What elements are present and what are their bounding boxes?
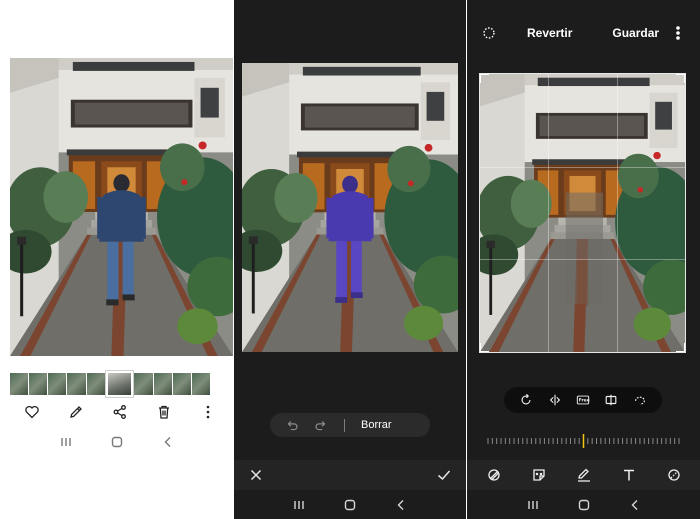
color-icon[interactable] xyxy=(484,465,504,485)
flip-icon[interactable] xyxy=(545,390,565,410)
recents-icon[interactable] xyxy=(56,432,76,452)
recents-icon[interactable] xyxy=(289,495,309,515)
save-button[interactable]: Guardar xyxy=(612,26,659,40)
rotate-icon[interactable] xyxy=(516,390,536,410)
thumbnail-strip[interactable] xyxy=(10,371,211,397)
thumbnail[interactable] xyxy=(153,373,172,395)
gallery-viewer-panel xyxy=(0,0,233,519)
auto-adjust-icon[interactable] xyxy=(479,23,499,43)
object-eraser-panel: Borrar xyxy=(234,0,466,519)
check-icon[interactable] xyxy=(434,465,454,485)
heart-icon[interactable] xyxy=(22,402,42,422)
eraser-toolbar: Borrar xyxy=(270,413,430,437)
crop-grid-line xyxy=(480,166,685,168)
draw-icon[interactable] xyxy=(574,465,594,485)
home-icon[interactable] xyxy=(340,495,360,515)
share-icon[interactable] xyxy=(110,402,130,422)
erase-button[interactable]: Borrar xyxy=(361,419,392,431)
thumbnail[interactable] xyxy=(172,373,191,395)
close-icon[interactable] xyxy=(246,465,266,485)
redo-icon[interactable] xyxy=(310,415,330,435)
photo-editing[interactable] xyxy=(242,63,458,352)
pencil-icon[interactable] xyxy=(66,402,86,422)
effects-icon[interactable] xyxy=(664,465,684,485)
crop-grid-line xyxy=(616,74,618,352)
system-nav-bar xyxy=(234,495,466,515)
free-crop-icon[interactable]: Free xyxy=(573,390,593,410)
thumbnail[interactable] xyxy=(67,373,86,395)
crop-handle[interactable] xyxy=(676,343,685,352)
photo-crop-area[interactable] xyxy=(479,73,686,353)
transform-toolbar: Free xyxy=(504,387,662,413)
thumbnail[interactable] xyxy=(29,373,48,395)
straighten-ruler[interactable] xyxy=(487,434,680,448)
thumbnail[interactable] xyxy=(191,373,211,395)
back-icon[interactable] xyxy=(391,495,411,515)
more-icon[interactable] xyxy=(668,23,688,43)
thumbnail[interactable] xyxy=(10,373,29,395)
crop-grid-line xyxy=(548,74,550,352)
crop-handle[interactable] xyxy=(480,74,489,83)
crop-handle[interactable] xyxy=(676,74,685,83)
viewer-action-bar xyxy=(22,402,218,422)
thumbnail[interactable] xyxy=(134,373,153,395)
crop-grid-line xyxy=(480,259,685,261)
editor-top-bar: Revertir Guardar xyxy=(467,20,700,46)
thumbnail[interactable] xyxy=(86,373,105,395)
editor-bottom-toolbar xyxy=(467,460,700,490)
home-icon[interactable] xyxy=(574,495,594,515)
sticker-icon[interactable] xyxy=(529,465,549,485)
text-icon[interactable] xyxy=(619,465,639,485)
photo[interactable] xyxy=(10,58,233,356)
revert-button[interactable]: Revertir xyxy=(527,26,572,40)
free-crop-label: Free xyxy=(579,398,590,404)
back-icon[interactable] xyxy=(158,432,178,452)
system-nav-bar xyxy=(467,495,700,515)
thumbnail[interactable] xyxy=(48,373,67,395)
photo-editor-panel: Revertir Guardar Free xyxy=(467,0,700,519)
more-icon[interactable] xyxy=(198,402,218,422)
recents-icon[interactable] xyxy=(523,495,543,515)
thumbnail-selected[interactable] xyxy=(105,371,134,397)
toolbar-divider xyxy=(344,418,345,432)
mirror-icon[interactable] xyxy=(601,390,621,410)
lasso-icon[interactable] xyxy=(630,390,650,410)
system-nav-bar xyxy=(0,432,233,452)
trash-icon[interactable] xyxy=(154,402,174,422)
home-icon[interactable] xyxy=(107,432,127,452)
crop-handle[interactable] xyxy=(480,343,489,352)
eraser-bottom-bar xyxy=(234,460,466,490)
undo-icon[interactable] xyxy=(282,415,302,435)
back-icon[interactable] xyxy=(625,495,645,515)
